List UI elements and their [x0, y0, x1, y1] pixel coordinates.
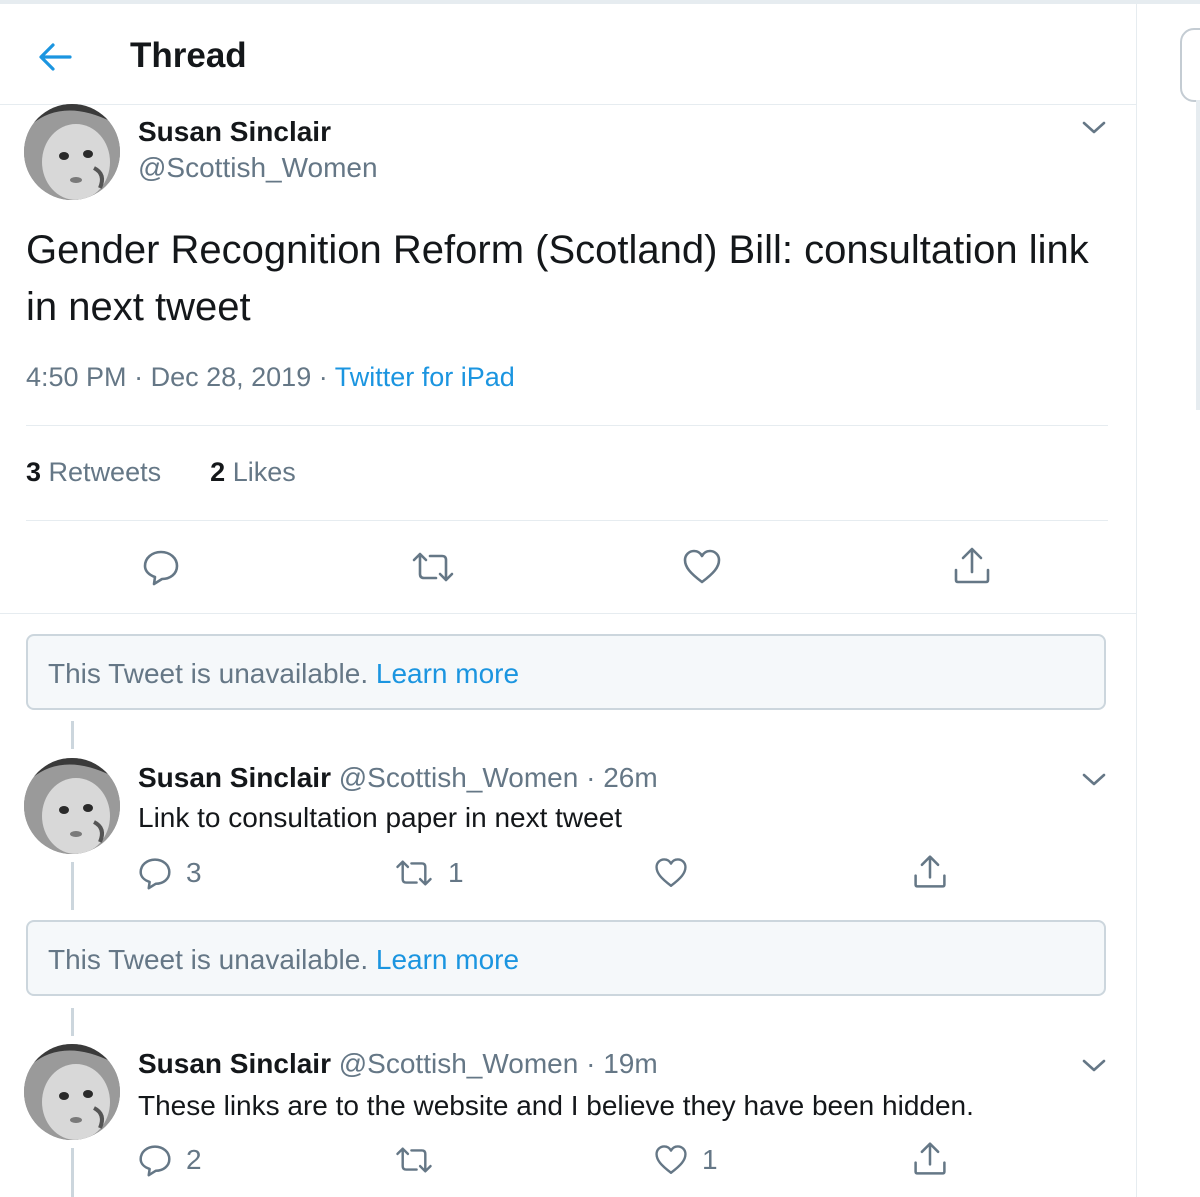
- share-icon: [914, 1142, 946, 1175]
- more-options-button[interactable]: [1080, 1052, 1108, 1083]
- unavailable-tweet-notice: This Tweet is unavailable. Learn more: [26, 634, 1106, 710]
- baby-photo-icon: [24, 1044, 120, 1140]
- baby-photo-icon: [24, 104, 120, 200]
- sidebar-edge: [1196, 100, 1200, 410]
- thread-connector: [71, 1008, 74, 1036]
- meta-separator: ·: [318, 362, 328, 392]
- likes-label: Likes: [232, 457, 296, 487]
- learn-more-link[interactable]: Learn more: [376, 658, 519, 689]
- likes-count: 2: [210, 457, 226, 487]
- share-button[interactable]: [952, 546, 992, 586]
- author-name[interactable]: Susan Sinclair: [138, 762, 331, 793]
- thread-connector: [71, 1148, 74, 1197]
- divider: [0, 613, 1136, 614]
- author-name[interactable]: Susan Sinclair: [138, 1048, 331, 1079]
- tweet-meta: 4:50 PM · Dec 28, 2019 · Twitter for iPa…: [26, 362, 515, 393]
- reply-button[interactable]: [142, 548, 180, 586]
- more-options-button[interactable]: [1080, 766, 1108, 797]
- author-handle[interactable]: @Scottish_Women: [339, 762, 579, 793]
- retweet-button[interactable]: 1: [394, 856, 464, 890]
- arrow-left-icon: [39, 43, 72, 71]
- reply-icon: [143, 550, 179, 586]
- like-button[interactable]: 1: [654, 1143, 718, 1177]
- avatar[interactable]: [24, 104, 120, 200]
- reply-time[interactable]: 19m: [603, 1048, 657, 1079]
- reply-icon: [139, 858, 171, 890]
- reply-header: Susan Sinclair @Scottish_Women · 19m: [138, 1048, 658, 1080]
- learn-more-link[interactable]: Learn more: [376, 944, 519, 975]
- thread-header: Thread: [0, 4, 1136, 105]
- tweet-text: Gender Recognition Reform (Scotland) Bil…: [26, 228, 1089, 329]
- reply-button[interactable]: 2: [138, 1143, 202, 1177]
- tweet-source-link[interactable]: Twitter for iPad: [335, 362, 515, 392]
- author-name[interactable]: Susan Sinclair: [138, 116, 331, 148]
- more-options-button[interactable]: [1080, 114, 1108, 145]
- retweets-stat[interactable]: 3 Retweets: [26, 457, 161, 487]
- meta-separator: ·: [586, 1048, 596, 1079]
- tweet-stats: 3 Retweets 2 Likes: [26, 457, 296, 488]
- reply-button[interactable]: 3: [138, 856, 202, 890]
- unavailable-tweet-notice: This Tweet is unavailable. Learn more: [26, 920, 1106, 996]
- retweet-button[interactable]: [410, 548, 456, 586]
- divider: [26, 425, 1108, 426]
- likes-stat[interactable]: 2 Likes: [210, 457, 296, 487]
- reply-text: Link to consultation paper in next tweet: [138, 802, 623, 833]
- column-border: [1136, 4, 1137, 1197]
- meta-separator: ·: [586, 762, 596, 793]
- like-button[interactable]: [682, 548, 722, 586]
- reply-icon: [139, 1145, 171, 1177]
- meta-separator: ·: [134, 362, 144, 392]
- page-title: Thread: [130, 36, 247, 75]
- reply-count: 2: [186, 1144, 202, 1175]
- thread-connector: [71, 862, 74, 910]
- unavailable-text: This Tweet is unavailable.: [48, 944, 369, 975]
- retweet-icon: [412, 552, 454, 582]
- retweet-button[interactable]: [394, 1143, 448, 1177]
- retweets-label: Retweets: [48, 457, 162, 487]
- chevron-down-icon: [1082, 773, 1106, 786]
- sidebar-search-box[interactable]: [1180, 28, 1200, 102]
- heart-icon: [655, 1145, 687, 1174]
- share-icon: [914, 855, 946, 888]
- retweets-count: 3: [26, 457, 42, 487]
- heart-icon: [683, 549, 721, 584]
- baby-photo-icon: [24, 758, 120, 854]
- chevron-down-icon: [1082, 121, 1106, 134]
- thread-connector: [71, 721, 74, 749]
- chevron-down-icon: [1082, 1059, 1106, 1072]
- share-icon: [954, 547, 990, 584]
- reply-time[interactable]: 26m: [603, 762, 657, 793]
- retweet-count: 1: [448, 857, 464, 888]
- unavailable-text: This Tweet is unavailable.: [48, 658, 369, 689]
- author-handle[interactable]: @Scottish_Women: [138, 152, 378, 184]
- author-handle[interactable]: @Scottish_Women: [339, 1048, 579, 1079]
- back-button[interactable]: [36, 40, 76, 74]
- divider: [26, 520, 1108, 521]
- tweet-date[interactable]: Dec 28, 2019: [151, 362, 312, 392]
- like-count: 1: [702, 1144, 718, 1175]
- retweet-icon: [396, 860, 432, 886]
- reply-header: Susan Sinclair @Scottish_Women · 26m: [138, 762, 658, 794]
- share-button[interactable]: [912, 1141, 948, 1177]
- tweet-time[interactable]: 4:50 PM: [26, 362, 127, 392]
- retweet-icon: [396, 1147, 432, 1173]
- like-button[interactable]: [654, 856, 702, 890]
- reply-count: 3: [186, 857, 202, 888]
- share-button[interactable]: [912, 854, 948, 890]
- reply-text: These links are to the website and I bel…: [138, 1090, 974, 1121]
- heart-icon: [655, 858, 687, 887]
- avatar[interactable]: [24, 758, 120, 854]
- avatar[interactable]: [24, 1044, 120, 1140]
